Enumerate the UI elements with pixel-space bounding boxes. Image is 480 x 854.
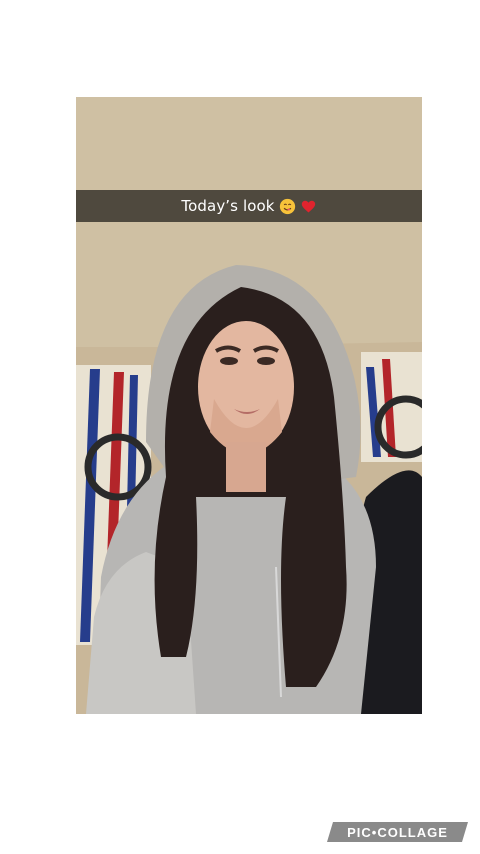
- smiling-face-icon: [279, 198, 295, 214]
- red-heart-icon: [301, 200, 315, 212]
- caption-text: Today’s look: [181, 197, 275, 215]
- watermark-label: PIC•COLLAGE: [347, 825, 448, 840]
- collage-canvas: Today’s look PIC•COLLAGE: [0, 0, 480, 854]
- piccollage-watermark: PIC•COLLAGE: [327, 822, 468, 842]
- caption-bar: Today’s look: [76, 190, 422, 222]
